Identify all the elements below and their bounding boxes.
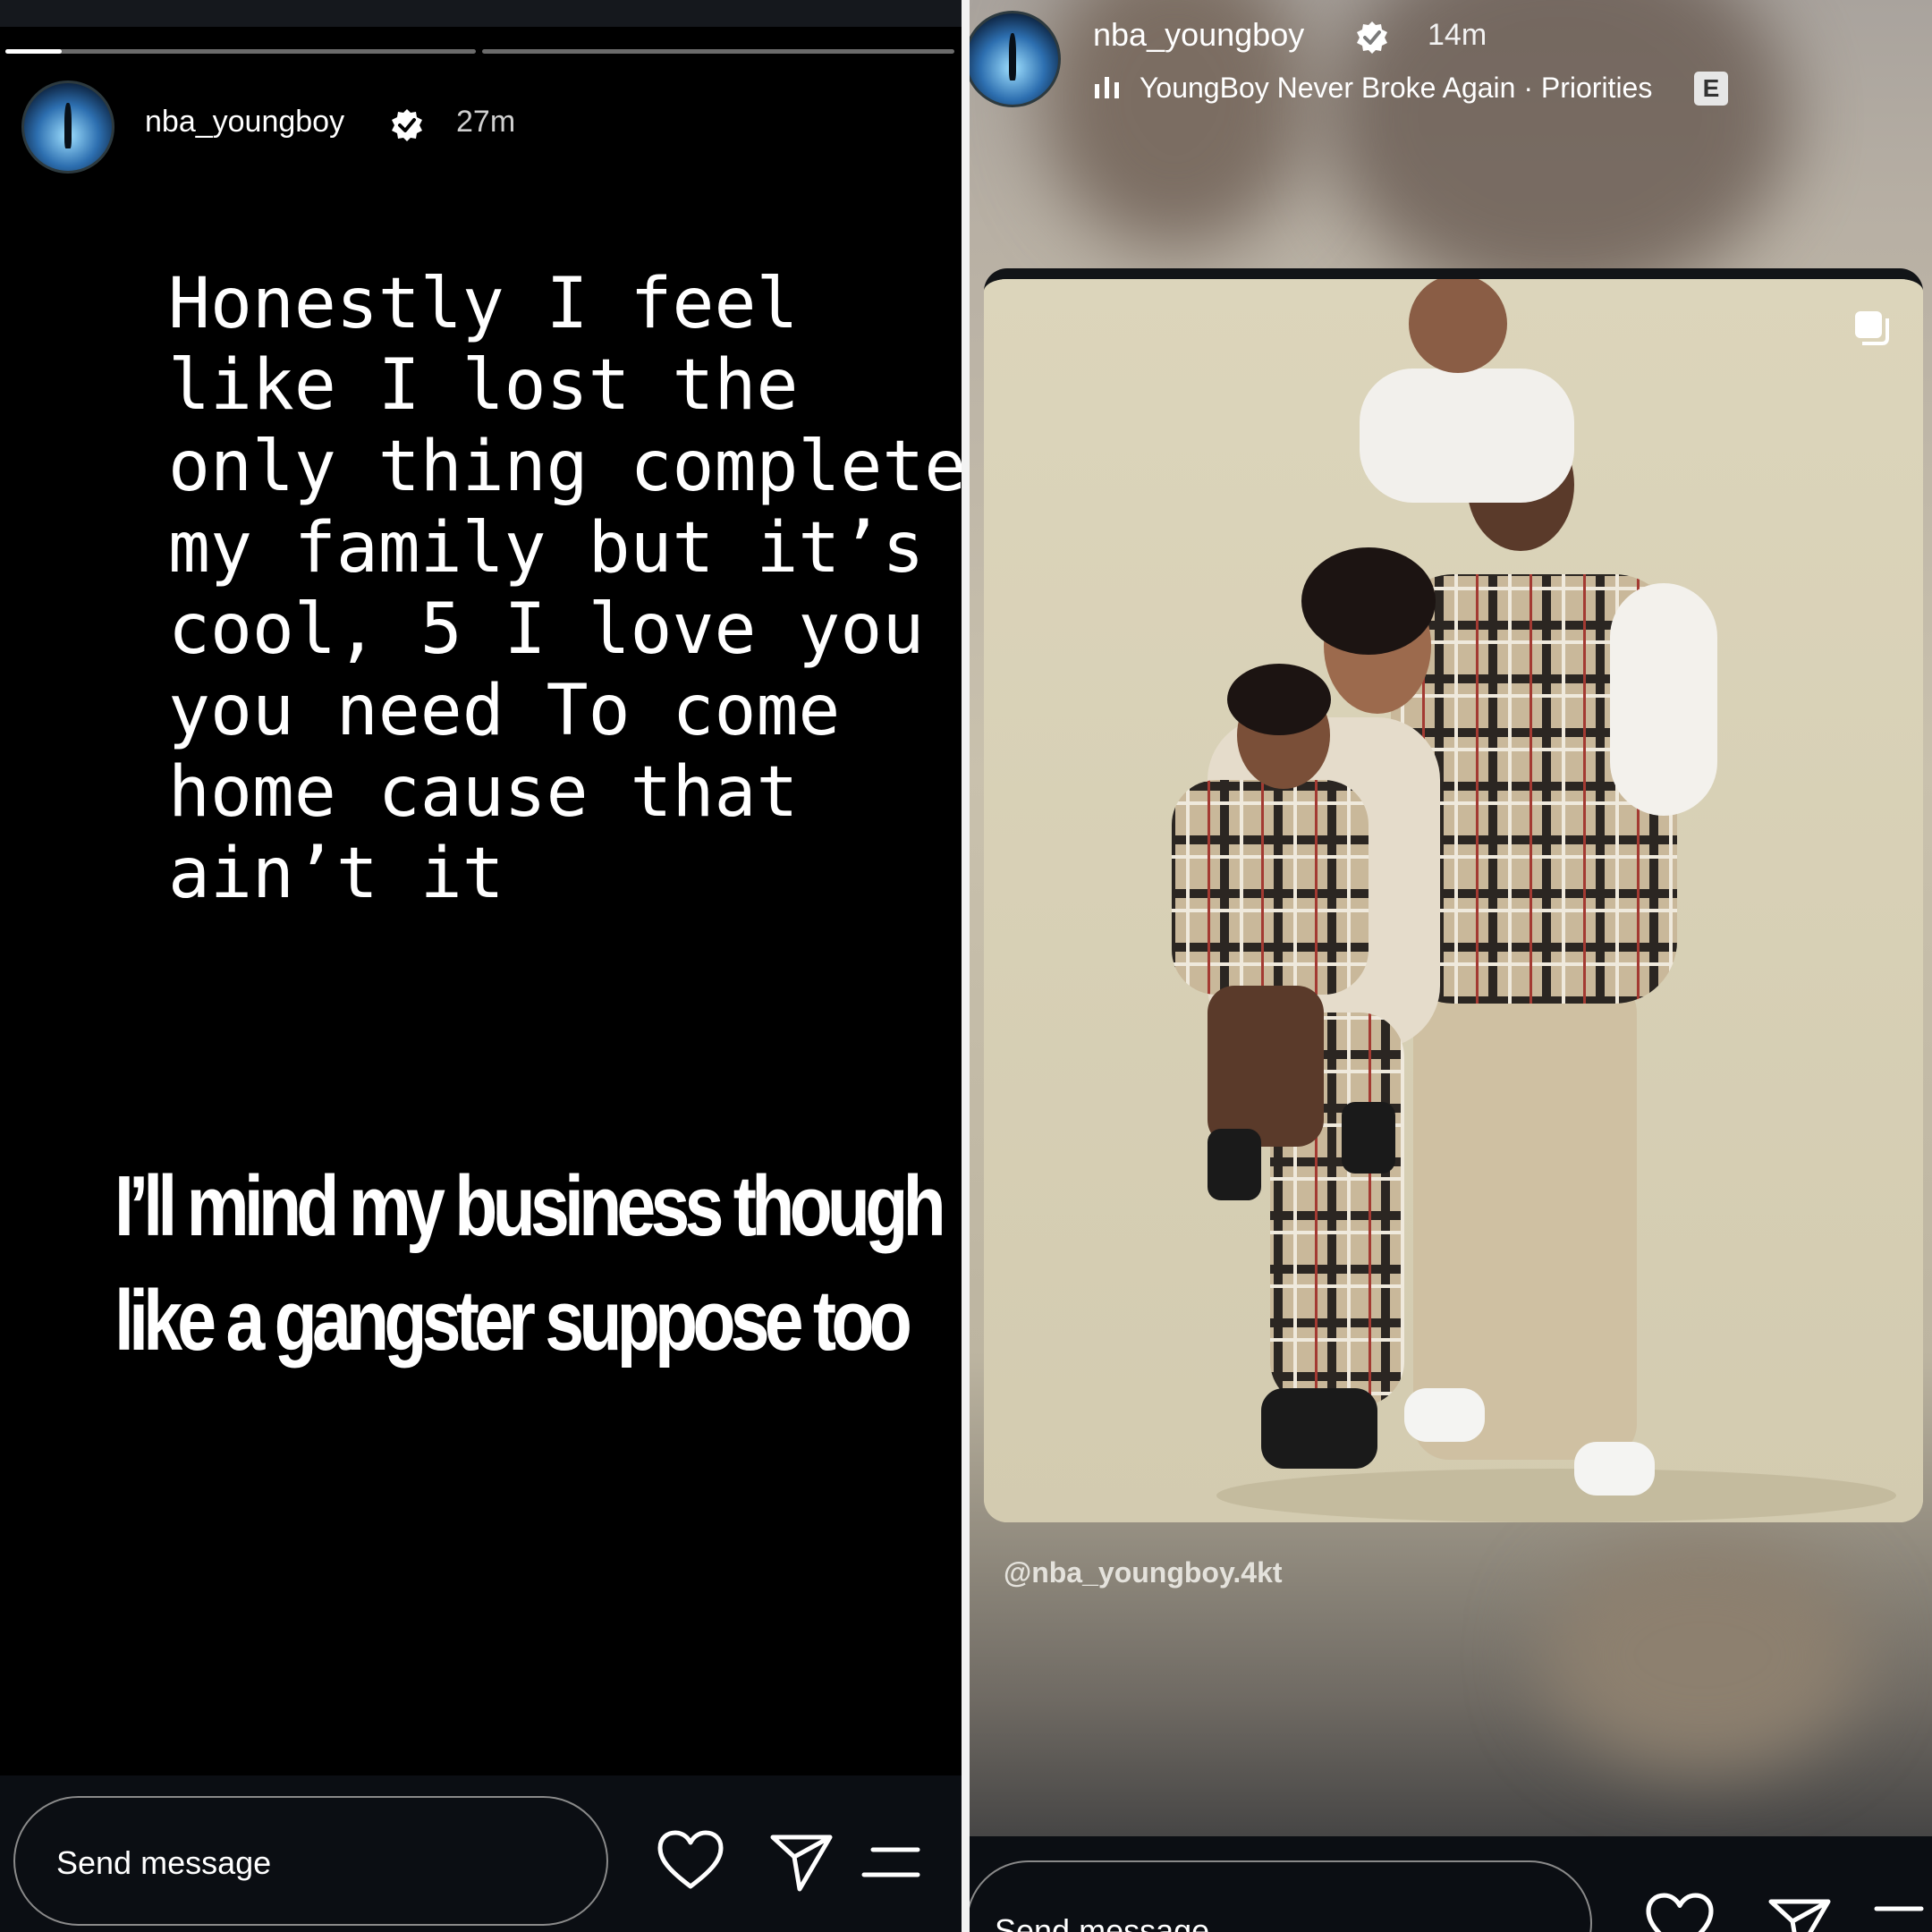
send-message-input[interactable]: Send message [970,1860,1592,1932]
story-text-line: home cause that [168,752,799,833]
panel-divider [962,0,970,1932]
right-story-panel: nba_youngboy 14m YoungBoy Never Broke Ag… [970,0,1932,1932]
story-text-line: Honestly I feel [168,264,799,344]
background-blur [1542,1538,1864,1771]
username[interactable]: nba_youngboy [1093,16,1304,54]
music-sticker[interactable]: YoungBoy Never Broke Again · Priorities [1140,72,1652,105]
post-time: 27m [456,105,516,139]
story-text-line: like I lost the [168,345,799,426]
verified-badge-icon [392,109,422,141]
music-bars-icon [1095,77,1119,98]
shared-post-image[interactable] [984,268,1923,1522]
username[interactable]: nba_youngboy [145,105,344,140]
status-strip [0,0,962,27]
watermark-handle: @nba_youngboy.4kt [1004,1556,1283,1589]
family-photo [984,279,1923,1522]
story-text-line: cool, 5 I love you [168,589,925,670]
send-message-placeholder: Send message [995,1912,1210,1932]
menu-lines-icon[interactable] [860,1844,921,1880]
background-blur [1327,0,1792,304]
story-text: Honestly I feel like I lost the only thi… [168,264,962,915]
caption-line: I’ll mind my business though [114,1158,946,1254]
heart-icon[interactable] [657,1829,724,1892]
post-time: 14m [1428,18,1487,52]
paper-plane-icon[interactable] [1766,1896,1834,1932]
story-text-line: my family but it’s [168,508,925,589]
caption-line: like a gangster suppose too [114,1273,912,1368]
music-separator: · [1515,72,1541,104]
girl-dress [1172,780,1368,995]
send-message-placeholder: Send message [56,1844,272,1881]
man-pants [1413,977,1637,1460]
menu-lines-icon[interactable] [1864,1903,1925,1932]
avatar-figure [64,102,72,148]
music-artist: YoungBoy Never Broke Again [1140,72,1516,104]
story-text-line: ain’t it [168,834,504,914]
story-text-line: only thing complete [168,427,962,507]
left-story-panel: nba_youngboy 27m Honestly I feel like I … [0,0,962,1932]
avatar-figure [1008,33,1017,81]
heart-icon[interactable] [1644,1892,1716,1932]
story-text-line: you need To come [168,671,841,751]
music-track: Priorities [1540,72,1653,104]
story-caption: I’ll mind my business though like a gang… [114,1149,946,1378]
send-message-input[interactable]: Send message [13,1796,608,1926]
paper-plane-icon[interactable] [769,1832,834,1893]
explicit-badge: E [1694,72,1728,106]
story-progress-bar-1 [5,49,476,54]
copy-icon[interactable] [1852,308,1893,349]
story-progress-fill [5,49,63,54]
verified-badge-icon [1357,21,1387,54]
story-progress-bar-2 [482,49,954,54]
avatar[interactable] [21,80,114,174]
